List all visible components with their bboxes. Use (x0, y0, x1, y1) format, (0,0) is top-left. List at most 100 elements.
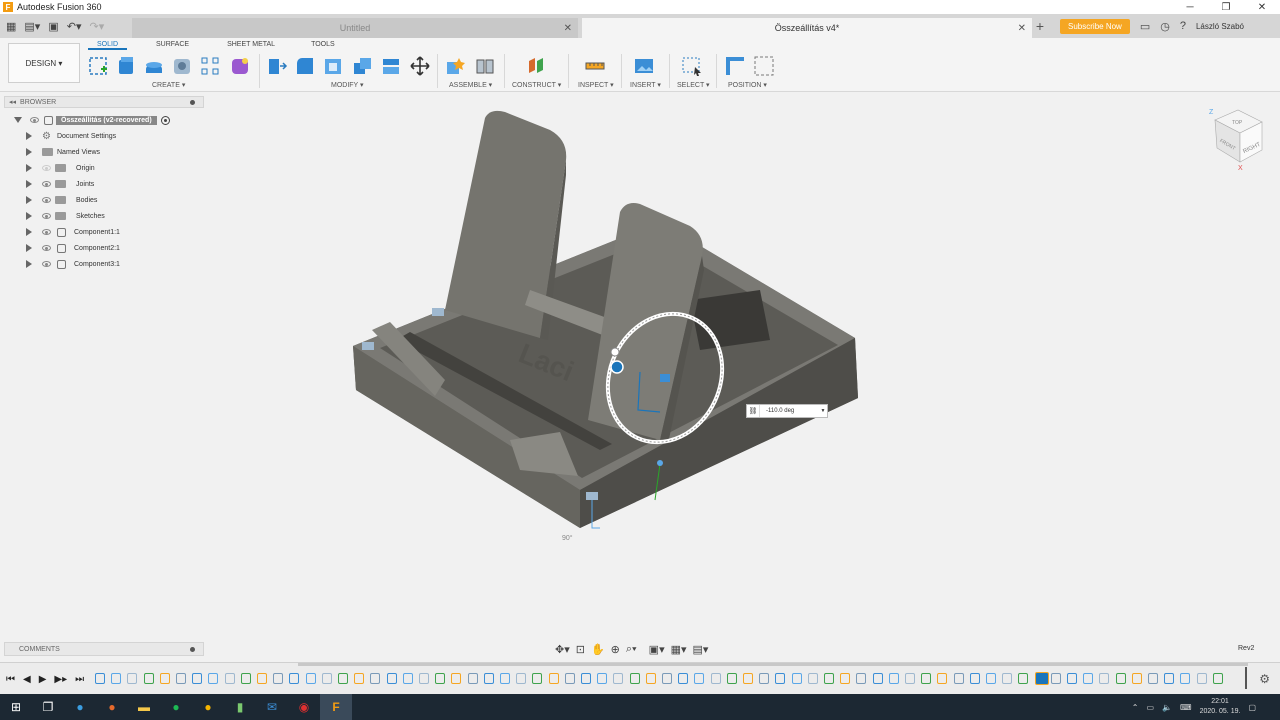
browser-item-bodies[interactable]: Bodies (4, 192, 204, 208)
timeline-feature-icon[interactable] (467, 673, 478, 684)
save-icon[interactable]: ▣ (48, 20, 58, 33)
select-menu[interactable]: SELECT ▾ (677, 81, 710, 89)
tab-osszeallitas[interactable]: Összeállítás v4* ✕ (582, 18, 1032, 38)
comments-options-icon[interactable] (190, 646, 195, 652)
task-view-icon[interactable]: ❐ (32, 694, 64, 720)
notification-center-icon[interactable]: ▢ (1248, 703, 1256, 712)
undo-icon[interactable]: ↶▾ (67, 20, 82, 33)
view-cube[interactable]: TOP FRONT RIGHT Z X (1209, 109, 1263, 172)
timeline-feature-icon[interactable] (354, 673, 365, 684)
offset-plane-icon[interactable] (525, 55, 547, 77)
go-to-start-icon[interactable]: ⏮ (6, 674, 15, 685)
timeline-feature-icon[interactable] (257, 673, 267, 684)
timeline-feature-icon[interactable] (759, 673, 770, 684)
expand-icon[interactable] (26, 228, 32, 236)
timeline-feature-icon[interactable] (694, 673, 705, 684)
timeline-feature-icon[interactable] (208, 673, 219, 684)
model-canvas[interactable]: Laci 90° TOP FRONT RIGHT Z X (205, 93, 1280, 638)
timeline-feature-icon[interactable] (937, 673, 948, 684)
visibility-icon[interactable] (30, 117, 39, 123)
timeline-feature-icon[interactable] (629, 673, 640, 684)
timeline-feature-icon[interactable] (1034, 672, 1049, 685)
expand-icon[interactable] (26, 148, 32, 156)
capture-position-icon[interactable] (724, 55, 746, 77)
timeline-feature-icon[interactable] (451, 673, 462, 684)
position-menu[interactable]: POSITION ▾ (728, 81, 767, 89)
timeline-feature-icon[interactable] (386, 673, 397, 684)
timeline-feature-icon[interactable] (305, 673, 316, 684)
timeline-feature-icon[interactable] (289, 673, 300, 684)
browser-item-component3[interactable]: Component3:1 (4, 256, 204, 272)
tab-sheet-metal[interactable]: SHEET METAL (218, 40, 284, 50)
volume-icon[interactable]: 🔈 (1162, 703, 1172, 712)
combine-icon[interactable] (351, 55, 373, 77)
expand-icon[interactable] (26, 164, 32, 172)
extrude-icon[interactable] (115, 55, 137, 77)
timeline-feature-icon[interactable] (888, 673, 899, 684)
visibility-icon[interactable] (42, 245, 51, 251)
timeline-feature-icon[interactable] (1164, 673, 1175, 684)
inspect-menu[interactable]: INSPECT ▾ (578, 81, 614, 89)
angle-input[interactable]: ⛓ -110.0 deg ▼ (746, 404, 828, 418)
timeline-feature-icon[interactable] (1148, 673, 1158, 684)
tab-tools[interactable]: TOOLS (302, 40, 344, 50)
look-at-icon[interactable]: ⊡ (576, 643, 585, 656)
timeline-feature-icon[interactable] (678, 673, 689, 684)
timeline-feature-icon[interactable] (370, 673, 381, 684)
timeline-feature-icon[interactable] (645, 673, 656, 684)
fit-icon[interactable]: ⌕▾ (626, 643, 637, 656)
mail-icon[interactable]: ✉ (256, 694, 288, 720)
timeline-feature-icon[interactable] (1115, 673, 1126, 684)
canvas-viewport[interactable]: Laci 90° TOP FRONT RIGHT Z X (205, 93, 1280, 638)
revolve-icon[interactable] (143, 55, 165, 77)
timeline-feature-icon[interactable] (159, 673, 170, 684)
grid-settings-icon[interactable]: ▦▾ (671, 643, 687, 656)
collapse-icon[interactable]: ◂◂ (9, 98, 16, 106)
timeline-feature-icon[interactable] (532, 673, 543, 684)
timeline-feature-icon[interactable] (581, 673, 591, 684)
step-back-icon[interactable]: ◀ (23, 674, 31, 685)
timeline-feature-icon[interactable] (516, 673, 527, 684)
timeline-feature-icon[interactable] (710, 673, 721, 684)
browser-item-sketches[interactable]: Sketches (4, 208, 204, 224)
visibility-icon[interactable] (42, 213, 51, 219)
step-forward-icon[interactable]: ▶▸ (54, 674, 67, 685)
timeline-feature-icon[interactable] (1131, 673, 1142, 684)
timeline-feature-icon[interactable] (743, 673, 753, 684)
close-tab-icon[interactable]: ✕ (1018, 23, 1026, 34)
app-icon[interactable]: ▮ (224, 694, 256, 720)
orbit-icon[interactable]: ✥▾ (555, 643, 570, 656)
show-hidden-icon[interactable]: ⌃ (1132, 703, 1139, 712)
hole-icon[interactable] (171, 55, 193, 77)
timeline-feature-icon[interactable] (1050, 673, 1061, 684)
pan-icon[interactable]: ✋ (591, 643, 605, 656)
tab-surface[interactable]: SURFACE (147, 40, 198, 50)
close-icon[interactable]: ✕ (1244, 0, 1280, 14)
link-icon[interactable]: ⛓ (747, 407, 759, 415)
help-icon[interactable]: ? (1180, 20, 1186, 32)
clock[interactable]: 22:01 2020. 05. 19. (1200, 697, 1241, 717)
network-icon[interactable]: ▭ (1146, 703, 1154, 712)
tab-solid[interactable]: SOLID (88, 40, 128, 50)
activate-icon[interactable] (160, 115, 170, 125)
browser-item-origin[interactable]: Origin (4, 160, 204, 176)
construct-menu[interactable]: CONSTRUCT ▾ (512, 81, 561, 89)
insert-menu[interactable]: INSERT ▾ (630, 81, 661, 89)
joint-icon[interactable] (474, 55, 496, 77)
timeline-feature-icon[interactable] (1067, 673, 1077, 684)
visibility-icon[interactable] (42, 165, 51, 171)
timeline-feature-icon[interactable] (564, 673, 575, 684)
timeline-feature-icon[interactable] (1212, 673, 1223, 684)
select-icon[interactable] (681, 55, 703, 77)
timeline-feature-icon[interactable] (127, 673, 138, 684)
visibility-icon[interactable] (42, 261, 51, 267)
split-body-icon[interactable] (380, 55, 402, 77)
timeline-feature-icon[interactable] (597, 673, 608, 684)
timeline-feature-icon[interactable] (500, 673, 510, 684)
timeline-feature-icon[interactable] (662, 673, 672, 684)
timeline-feature-icon[interactable] (95, 673, 105, 684)
minimize-icon[interactable]: ─ (1172, 0, 1208, 14)
timeline-feature-icon[interactable] (419, 673, 429, 684)
firefox-icon[interactable]: ● (96, 694, 128, 720)
go-to-end-icon[interactable]: ⏭ (75, 674, 84, 685)
